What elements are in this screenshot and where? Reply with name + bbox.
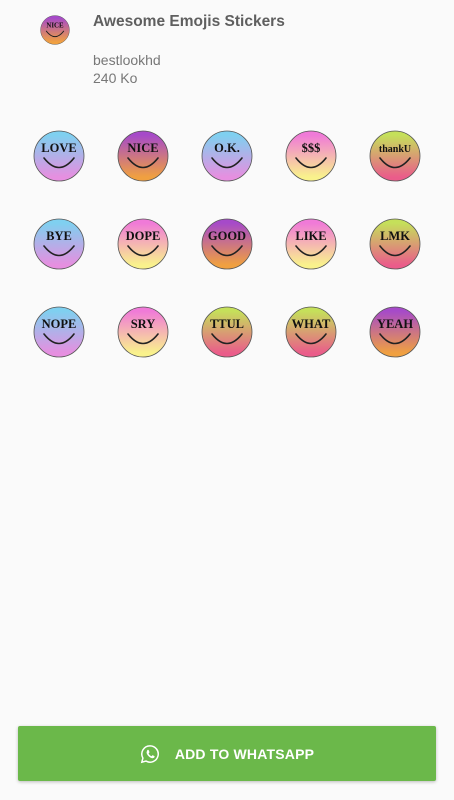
- emoji-label: $$$: [302, 141, 321, 155]
- sticker-nope[interactable]: NOPE: [33, 306, 85, 358]
- pack-emoji-icon: NICE: [40, 15, 70, 45]
- sticker-good[interactable]: GOOD: [201, 218, 253, 270]
- emoji-label: GOOD: [208, 229, 246, 243]
- sticker-pack-size: 240 Ko: [93, 70, 138, 86]
- emoji-face: [369, 130, 421, 182]
- smiley-emoji-icon: SRY: [117, 306, 169, 358]
- sticker-yeah[interactable]: YEAH: [369, 306, 421, 358]
- emoji-label: DOPE: [126, 229, 161, 243]
- emoji-label: O.K.: [214, 141, 240, 155]
- smiley-emoji-icon: $$$: [285, 130, 337, 182]
- sticker-grid: LOVE NICE O.K. $$$ thankU BYE DOPE GOOD LIKE LMK N…: [33, 130, 423, 362]
- sticker-pack-author: bestlookhd: [93, 52, 161, 68]
- emoji-label: NICE: [127, 141, 158, 155]
- emoji-label: BYE: [46, 229, 72, 243]
- sticker-nice[interactable]: NICE: [117, 130, 169, 182]
- smiley-emoji-icon: NICE: [117, 130, 169, 182]
- emoji-face: [285, 130, 337, 182]
- emoji-label: YEAH: [377, 317, 413, 331]
- emoji-face: [201, 306, 253, 358]
- emoji-face: [369, 306, 421, 358]
- sticker-thanku[interactable]: thankU: [369, 130, 421, 182]
- sticker-lmk[interactable]: LMK: [369, 218, 421, 270]
- emoji-face: [201, 130, 253, 182]
- emoji-face: [33, 130, 85, 182]
- emoji-label: SRY: [131, 317, 156, 331]
- sticker-sry[interactable]: SRY: [117, 306, 169, 358]
- smiley-emoji-icon: LIKE: [285, 218, 337, 270]
- emoji-face: [117, 218, 169, 270]
- emoji-label: WHAT: [292, 317, 331, 331]
- add-to-whatsapp-button[interactable]: ADD TO WHATSAPP: [18, 726, 436, 781]
- emoji-face: [117, 130, 169, 182]
- smiley-emoji-icon: NOPE: [33, 306, 85, 358]
- smiley-emoji-icon: O.K.: [201, 130, 253, 182]
- smiley-emoji-icon: LMK: [369, 218, 421, 270]
- sticker-what[interactable]: WHAT: [285, 306, 337, 358]
- emoji-face: [201, 218, 253, 270]
- sticker-pack-tray-icon: NICE: [40, 15, 70, 45]
- emoji-face: [285, 306, 337, 358]
- sticker-dope[interactable]: DOPE: [117, 218, 169, 270]
- smiley-emoji-icon: BYE: [33, 218, 85, 270]
- emoji-label: thankU: [379, 144, 411, 155]
- emoji-label: LOVE: [41, 141, 76, 155]
- emoji-face: [369, 218, 421, 270]
- sticker-pack-header: NICE Awesome Emojis Stickers bestlookhd …: [0, 0, 454, 100]
- smiley-emoji-icon: DOPE: [117, 218, 169, 270]
- emoji-label: NOPE: [42, 317, 77, 331]
- sticker-like[interactable]: LIKE: [285, 218, 337, 270]
- add-to-whatsapp-label: ADD TO WHATSAPP: [174, 745, 315, 762]
- emoji-label: LMK: [380, 229, 410, 243]
- emoji-face: [117, 306, 169, 358]
- sticker-[interactable]: $$$: [285, 130, 337, 182]
- smiley-emoji-icon: thankU: [369, 130, 421, 182]
- smiley-emoji-icon: LOVE: [33, 130, 85, 182]
- sticker-love[interactable]: LOVE: [33, 130, 85, 182]
- emoji-label: LIKE: [295, 229, 326, 243]
- sticker-bye[interactable]: BYE: [33, 218, 85, 270]
- emoji-face: [33, 218, 85, 270]
- emoji-face: [285, 218, 337, 270]
- sticker-ok[interactable]: O.K.: [201, 130, 253, 182]
- emoji-label: NICE: [46, 23, 64, 30]
- emoji-label: TTUL: [210, 317, 244, 331]
- smiley-emoji-icon: YEAH: [369, 306, 421, 358]
- smiley-emoji-icon: GOOD: [201, 218, 253, 270]
- smiley-emoji-icon: WHAT: [285, 306, 337, 358]
- sticker-pack-title: Awesome Emojis Stickers: [93, 13, 285, 30]
- whatsapp-icon: [140, 744, 159, 763]
- sticker-ttul[interactable]: TTUL: [201, 306, 253, 358]
- emoji-face: [33, 306, 85, 358]
- smiley-emoji-icon: TTUL: [201, 306, 253, 358]
- emoji-face: [40, 15, 70, 45]
